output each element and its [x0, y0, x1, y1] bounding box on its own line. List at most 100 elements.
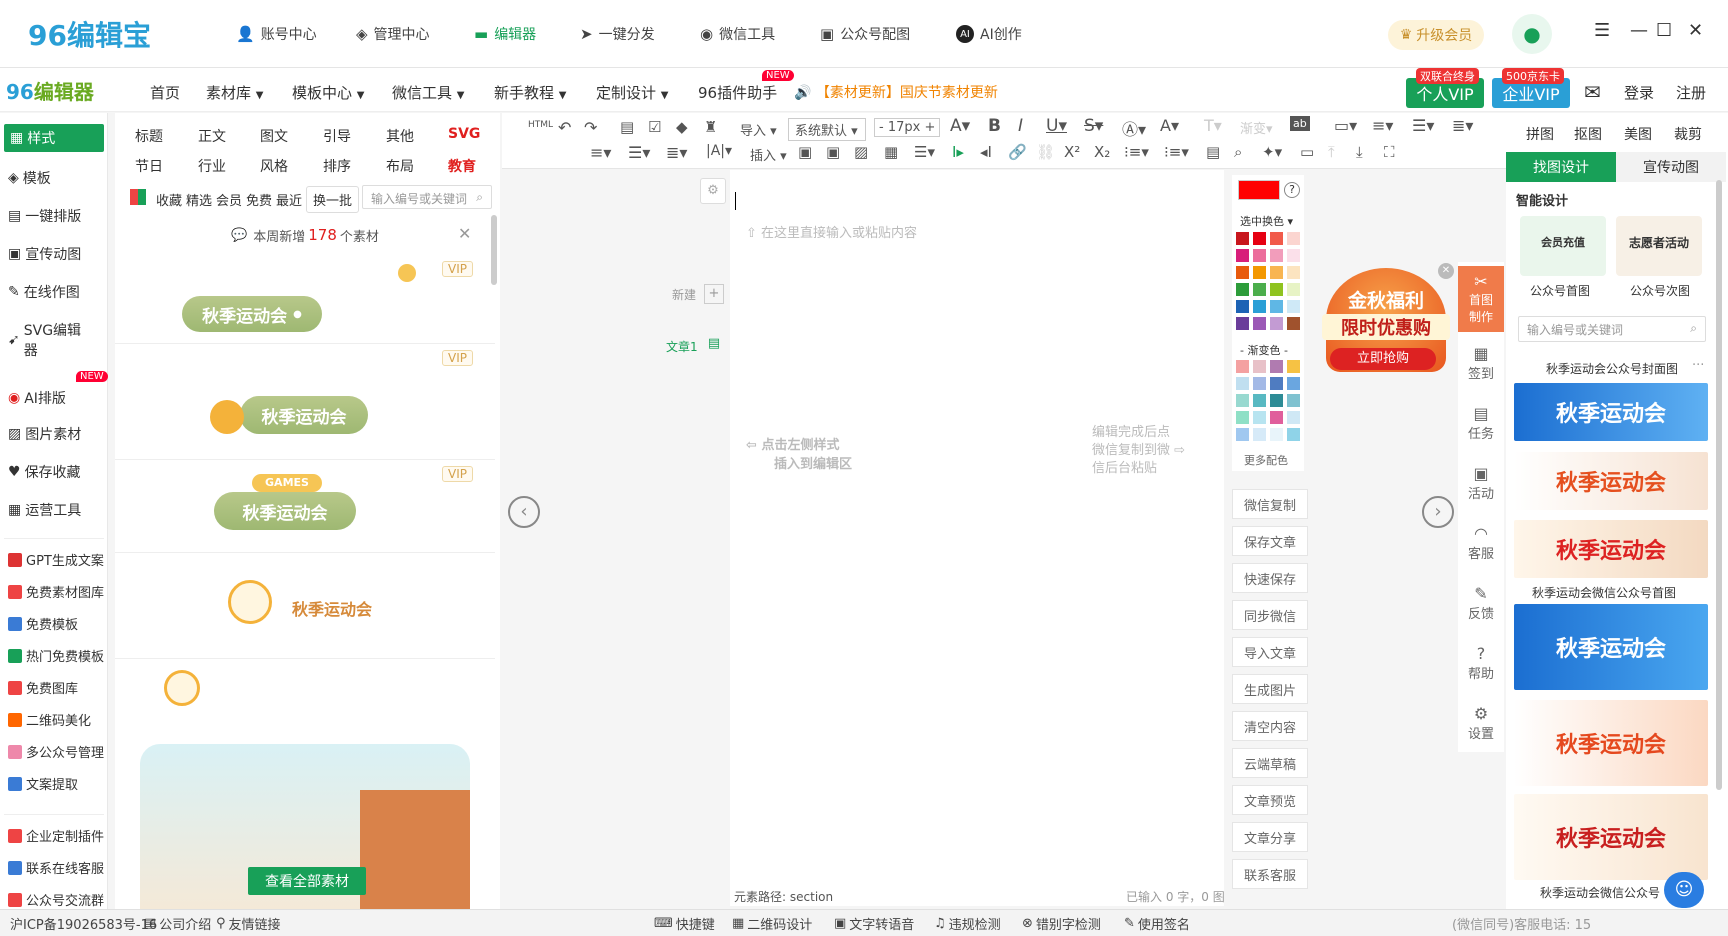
color-swatch[interactable]: [1253, 317, 1266, 330]
strikethrough-icon[interactable]: S▾: [1084, 116, 1103, 136]
insert-dropdown[interactable]: 插入 ▾: [750, 145, 787, 164]
check-icon[interactable]: ☑: [648, 118, 661, 136]
new-article-label[interactable]: 新建: [672, 286, 696, 303]
text-spacing-icon[interactable]: |A|▾: [706, 143, 732, 159]
cat-style[interactable]: 风格: [260, 156, 288, 176]
move-down-icon[interactable]: ⤓: [1356, 143, 1363, 161]
leftnav-ai-layout[interactable]: ◉ AI排版: [8, 388, 66, 408]
letter-spacing-icon[interactable]: ☰▾: [628, 143, 650, 162]
wechat-copy-button[interactable]: 微信复制: [1232, 489, 1308, 519]
add-icon[interactable]: +: [704, 284, 724, 304]
maximize-icon[interactable]: ☐: [1656, 20, 1672, 41]
tool-hot-template[interactable]: 热门免费模板: [8, 646, 104, 665]
cloud-draft-button[interactable]: 云端草稿: [1232, 748, 1308, 778]
gradient-swatch[interactable]: [1236, 411, 1249, 424]
template-thumb[interactable]: 秋季运动会: [1514, 452, 1708, 510]
color-swatch[interactable]: [1236, 317, 1249, 330]
nav-one-click-distribute[interactable]: ➤ 一键分发: [580, 24, 655, 44]
color-swatch[interactable]: [1236, 283, 1249, 296]
import-dropdown[interactable]: 导入 ▾: [740, 120, 777, 139]
leftnav-ops-tools[interactable]: ▦ 运营工具: [8, 500, 81, 520]
color-swatch[interactable]: [1236, 249, 1249, 262]
cat-body[interactable]: 正文: [198, 126, 226, 146]
color-filter-icon[interactable]: [130, 189, 146, 205]
gradient-swatch[interactable]: [1287, 394, 1300, 407]
subscript-icon[interactable]: X₂: [1094, 143, 1110, 161]
menu-custom-design[interactable]: 定制设计 ▼: [596, 82, 669, 103]
color-swatch[interactable]: [1270, 317, 1283, 330]
insert-pattern-icon[interactable]: ▨: [854, 143, 868, 161]
leftnav-one-click-layout[interactable]: ▤ 一键排版: [8, 206, 81, 226]
paste-icon[interactable]: ▤: [1206, 143, 1220, 161]
contact-service-button[interactable]: 联系客服: [1232, 859, 1308, 889]
personal-vip-button[interactable]: 双联合终身 个人VIP: [1406, 68, 1484, 108]
feedback-button[interactable]: ✎ 反馈: [1458, 584, 1504, 622]
menu-material-library[interactable]: 素材库 ▼: [206, 82, 264, 103]
tab-crop[interactable]: 裁剪: [1674, 124, 1702, 144]
promo-buy-button[interactable]: 立即抢购: [1330, 348, 1436, 370]
customer-service-button[interactable]: ◠ 客服: [1458, 524, 1504, 562]
nav-management-center[interactable]: ◈ 管理中心: [356, 24, 430, 44]
nav-ai-create[interactable]: AI AI创作: [956, 24, 1022, 44]
color-swatch[interactable]: [1253, 283, 1266, 296]
app-logo[interactable]: 96编辑宝: [28, 14, 151, 54]
violation-check-button[interactable]: ♫ 违规检测: [934, 914, 1001, 933]
gradient-swatch[interactable]: [1287, 428, 1300, 441]
gradient-swatch[interactable]: [1253, 411, 1266, 424]
menu-wechat-tools[interactable]: 微信工具 ▼: [392, 82, 465, 103]
format-painter-icon[interactable]: ♜: [704, 118, 717, 136]
cat-svg[interactable]: SVG: [448, 126, 480, 142]
cat-sort[interactable]: 排序: [323, 156, 351, 176]
indent-icon[interactable]: ≣▾: [1452, 116, 1473, 135]
article-doc-icon[interactable]: ▤: [704, 336, 724, 356]
marquee-news[interactable]: 🔊 【素材更新】国庆节素材更新: [794, 82, 998, 102]
gradient-swatch[interactable]: [1253, 394, 1266, 407]
template-thumb[interactable]: 秋季运动会: [1514, 383, 1708, 441]
gradient-swatch[interactable]: [1270, 411, 1283, 424]
settings-gear-icon[interactable]: ⚙: [700, 178, 726, 204]
nav-account-center[interactable]: 👤 账号中心: [236, 24, 317, 44]
chat-bubble-icon[interactable]: ☺: [1664, 872, 1704, 908]
clear-format-icon[interactable]: T▾: [1204, 116, 1222, 135]
tool-qrcode[interactable]: 二维码美化: [8, 710, 91, 729]
move-up-icon[interactable]: ⤒: [1328, 143, 1335, 161]
tool-free-template[interactable]: 免费模板: [8, 614, 78, 633]
gradient-swatch[interactable]: [1287, 377, 1300, 390]
leftnav-svg-editor[interactable]: ➹ SVG编辑器: [8, 320, 98, 360]
font-size-stepper[interactable]: - 17px +: [874, 118, 941, 137]
help-icon[interactable]: ?: [1284, 182, 1300, 198]
cat-other[interactable]: 其他: [386, 126, 414, 146]
gradient-swatch[interactable]: [1236, 428, 1249, 441]
gradient-swatch[interactable]: [1236, 394, 1249, 407]
editor-page[interactable]: [730, 170, 1224, 906]
text-to-speech-button[interactable]: ▣ 文字转语音: [834, 914, 914, 933]
search-replace-icon[interactable]: ⌕: [1234, 143, 1242, 161]
sync-wechat-button[interactable]: 同步微信: [1232, 600, 1308, 630]
close-promo-icon[interactable]: ✕: [1438, 263, 1454, 279]
use-signature-button[interactable]: ✎ 使用签名: [1124, 914, 1190, 933]
tab-find-design[interactable]: 找图设计: [1506, 152, 1616, 182]
article-tab[interactable]: 文章1: [666, 338, 698, 355]
superscript-icon[interactable]: X²: [1064, 143, 1080, 161]
link-icon[interactable]: 🔗: [1008, 143, 1027, 161]
unordered-list-icon[interactable]: ⁝≡▾: [1164, 143, 1189, 161]
nav-editor[interactable]: ▬ 编辑器: [474, 24, 536, 44]
gradient-swatch[interactable]: [1253, 360, 1266, 373]
article-preview-button[interactable]: 文章预览: [1232, 785, 1308, 815]
prev-arrow-icon[interactable]: ‹: [508, 496, 540, 528]
next-arrow-icon[interactable]: ›: [1422, 496, 1454, 528]
menu-icon[interactable]: ☰: [1594, 20, 1610, 41]
gradient-swatch[interactable]: [1236, 377, 1249, 390]
mail-icon[interactable]: ✉: [1584, 80, 1601, 104]
bold-icon[interactable]: B: [988, 116, 1001, 136]
enterprise-vip-button[interactable]: 500京东卡 企业VIP: [1492, 68, 1570, 108]
import-article-button[interactable]: 导入文章: [1232, 637, 1308, 667]
cat-festival[interactable]: 节日: [135, 156, 163, 176]
html-icon[interactable]: HTML: [528, 120, 553, 130]
cat-image-text[interactable]: 图文: [260, 126, 288, 146]
template-thumb[interactable]: 秋季运动会: [1514, 700, 1708, 786]
more-colors-link[interactable]: 更多配色: [1244, 452, 1288, 468]
leftnav-style[interactable]: ▦ 样式: [4, 124, 104, 152]
tab-promo-gif[interactable]: 宣传动图: [1616, 152, 1726, 182]
color-swatch[interactable]: [1236, 232, 1249, 245]
